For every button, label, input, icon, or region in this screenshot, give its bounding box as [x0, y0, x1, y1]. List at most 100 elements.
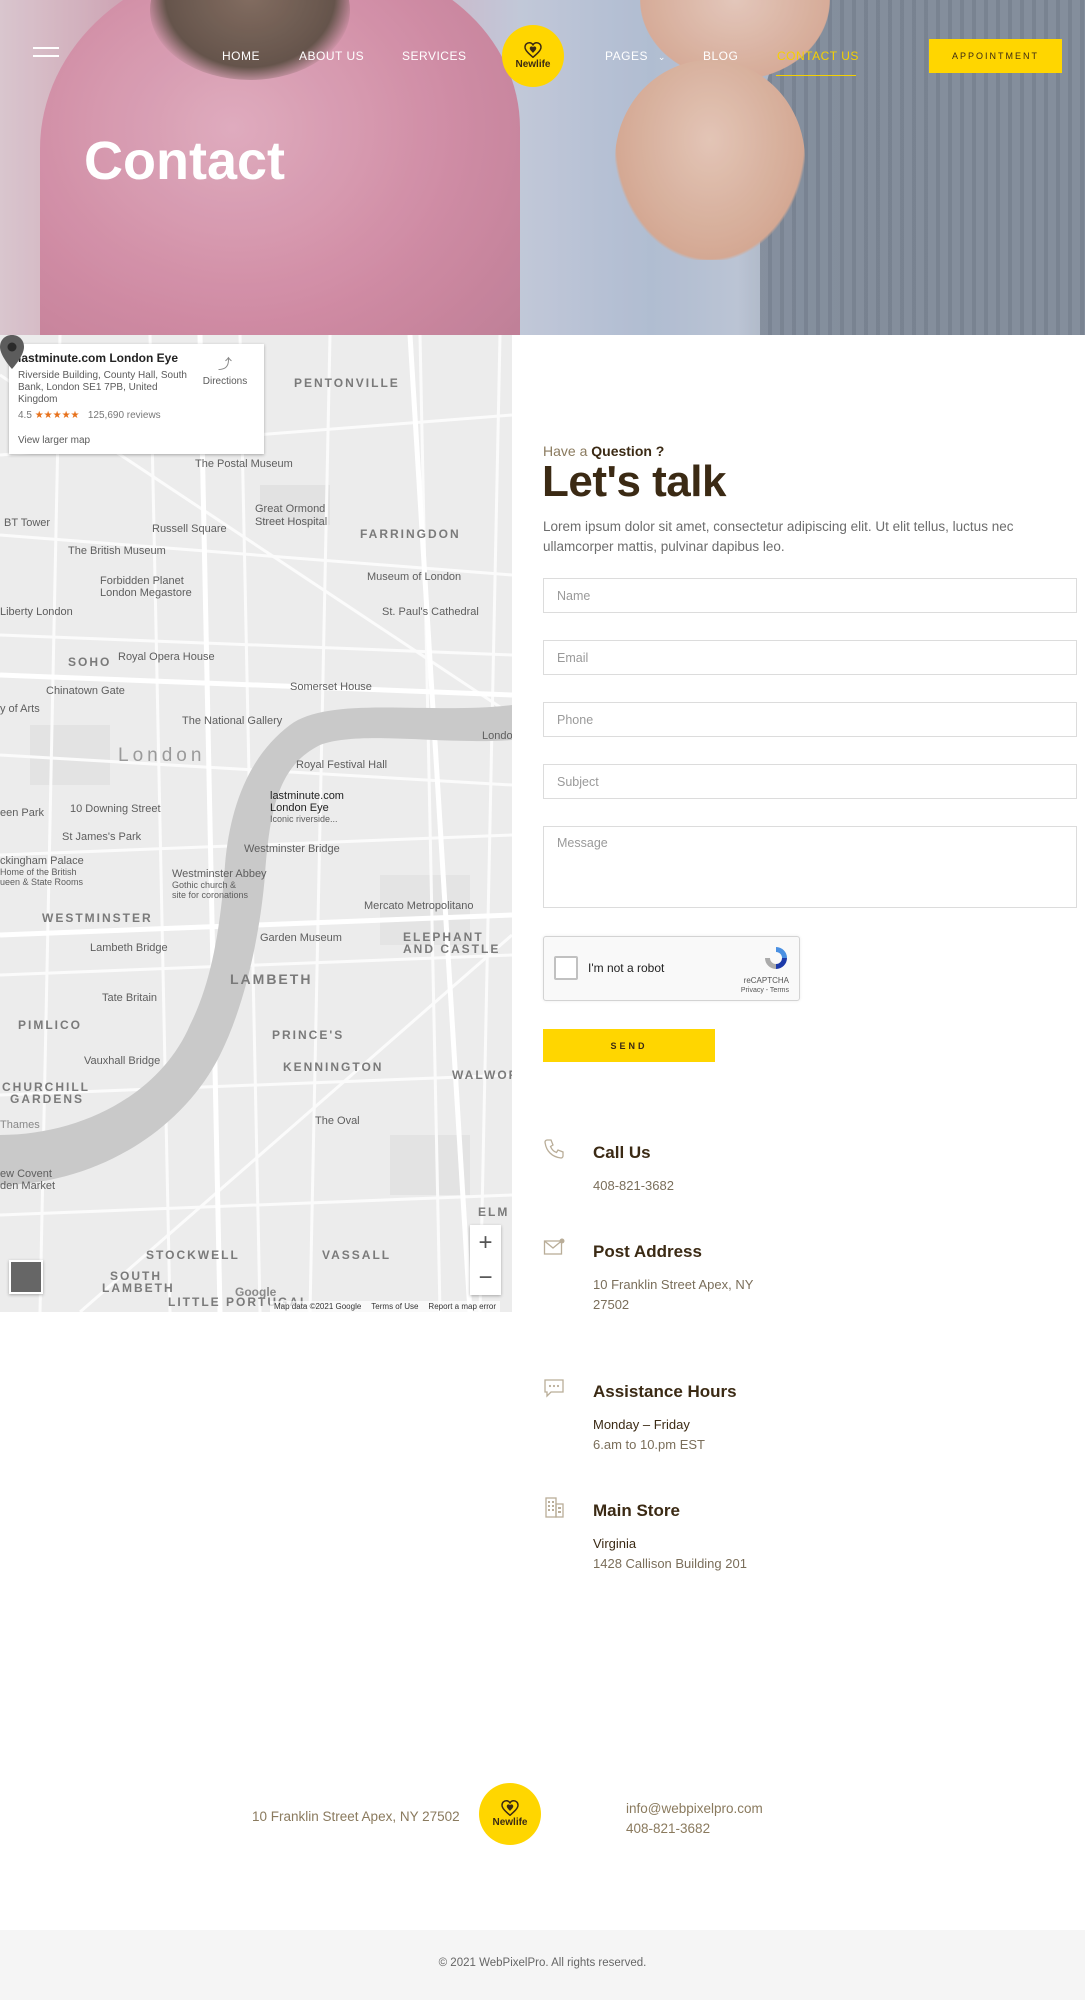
map-label: FARRINGDON — [360, 527, 461, 541]
map-label: St. Paul's Cathedral — [382, 606, 479, 618]
map-label: Great Ormond — [255, 503, 326, 515]
map-label: Mercato Metropolitano — [364, 900, 474, 912]
footer-logo[interactable]: Newlife — [479, 1783, 541, 1845]
footer-phone[interactable]: 408-821-3682 — [626, 1819, 763, 1839]
map-label: Forbidden Planet — [100, 575, 184, 587]
map-label: Liberty London — [0, 606, 73, 618]
footer-contact: info@webpixelpro.com 408-821-3682 — [626, 1799, 763, 1839]
map-label: WESTMINSTER — [42, 911, 153, 925]
map-label: Street Hospital — [255, 516, 328, 528]
map-footer: Map data ©2021 Google Terms of Use Repor… — [270, 1301, 501, 1312]
map-label: Lambeth Bridge — [90, 942, 168, 954]
building-icon — [545, 1497, 564, 1518]
header-logo[interactable]: Newlife — [502, 25, 564, 87]
name-field[interactable] — [543, 578, 1077, 613]
terms-link[interactable]: Terms of Use — [371, 1302, 418, 1311]
nav-services[interactable]: SERVICES — [402, 49, 466, 63]
nav-home[interactable]: HOME — [222, 49, 260, 63]
map-label: AND CASTLE — [403, 942, 501, 956]
info-title-store: Main Store — [593, 1501, 680, 1520]
map-label: London — [118, 745, 206, 766]
map-label: Museum of London — [367, 571, 462, 583]
directions-icon: ⤴ — [218, 356, 232, 372]
recaptcha-checkbox[interactable] — [554, 956, 578, 980]
map-label: London Megastore — [100, 587, 192, 599]
map-label: PIMLICO — [18, 1018, 82, 1032]
map-label: The Postal Museum — [195, 458, 293, 470]
satellite-view-toggle[interactable] — [9, 1260, 43, 1294]
phone-icon — [544, 1139, 564, 1159]
appointment-button[interactable]: APPOINTMENT — [929, 39, 1062, 73]
map-label: Royal Opera House — [118, 651, 215, 663]
map-label: ew Covent — [0, 1168, 52, 1180]
map-label: den Market — [0, 1180, 56, 1192]
heart-icon — [524, 42, 542, 58]
view-larger-map-link[interactable]: View larger map — [18, 435, 90, 446]
map-label: Vauxhall Bridge — [84, 1055, 161, 1067]
zoom-in-button[interactable]: + — [470, 1225, 501, 1260]
recaptcha-links[interactable]: Privacy - Terms — [741, 987, 789, 994]
map-label: STOCKWELL — [146, 1248, 240, 1262]
menu-icon[interactable] — [33, 47, 59, 59]
map-label: PRINCE'S — [272, 1028, 345, 1042]
star-rating-icon: ★★★★★ — [34, 410, 80, 421]
map-canvas — [0, 335, 512, 1312]
map-label: LAMBETH — [102, 1281, 175, 1295]
map-label: ueen & State Rooms — [0, 877, 84, 887]
google-logo: Google — [235, 1285, 277, 1299]
map-label: Westminster Abbey — [172, 868, 267, 880]
place-rating: 4.5 ★★★★★ 125,690 reviews — [18, 410, 161, 421]
map-label: Iconic riverside... — [270, 814, 338, 824]
google-map[interactable]: lastminute.com London Eye Riverside Buil… — [0, 335, 512, 1312]
chevron-down-icon: ⌄ — [657, 52, 666, 62]
map-label: ELM — [478, 1205, 510, 1219]
directions-button[interactable]: ⤴ Directions — [200, 354, 250, 387]
info-store-city: Virginia — [593, 1536, 637, 1551]
form-title: Let's talk — [542, 457, 726, 506]
map-label: 10 Downing Street — [70, 803, 161, 815]
info-hours-time: 6.am to 10.pm EST — [593, 1437, 705, 1452]
location-pin-icon[interactable] — [0, 335, 24, 369]
recaptcha-label: I'm not a robot — [588, 961, 665, 975]
map-label: lastminute.com — [270, 790, 344, 802]
map-label: The Oval — [315, 1115, 360, 1127]
email-field[interactable] — [543, 640, 1077, 675]
map-label: LAMBETH — [230, 971, 313, 987]
chat-icon — [544, 1379, 564, 1398]
map-label: The National Gallery — [182, 715, 283, 727]
nav-pages[interactable]: PAGES ⌄ — [605, 49, 666, 63]
map-label: Tate Britain — [102, 992, 158, 1004]
place-address: Riverside Building, County Hall, South B… — [18, 370, 187, 405]
map-label: Garden Museum — [260, 932, 342, 944]
map-label: Westminster Bridge — [244, 843, 340, 855]
info-address-line1: 10 Franklin Street Apex, NY — [593, 1277, 754, 1292]
report-error-link[interactable]: Report a map error — [428, 1302, 496, 1311]
map-label: ckingham Palace — [0, 855, 84, 867]
map-label: GARDENS — [10, 1092, 85, 1106]
nav-active-underline — [776, 75, 856, 76]
map-label: PENTONVILLE — [294, 376, 400, 390]
phone-field[interactable] — [543, 702, 1077, 737]
info-title-post: Post Address — [593, 1242, 702, 1261]
nav-contact[interactable]: CONTACT US — [777, 49, 859, 63]
info-title-hours: Assistance Hours — [593, 1382, 737, 1401]
map-label: Chinatown Gate — [46, 685, 125, 697]
copyright-text: © 2021 WebPixelPro. All rights reserved. — [438, 1957, 647, 1969]
nav-blog[interactable]: BLOG — [703, 49, 738, 63]
subject-field[interactable] — [543, 764, 1077, 799]
map-label: Somerset House — [290, 681, 372, 693]
info-store-address: 1428 Callison Building 201 — [593, 1556, 747, 1571]
map-label: Royal Festival Hall — [296, 759, 388, 771]
footer-email[interactable]: info@webpixelpro.com — [626, 1799, 763, 1819]
zoom-out-button[interactable]: − — [470, 1260, 501, 1295]
send-button[interactable]: SEND — [543, 1029, 715, 1062]
map-label: Thames — [0, 1119, 40, 1131]
info-phone[interactable]: 408-821-3682 — [593, 1176, 674, 1196]
heart-icon — [501, 1800, 519, 1816]
nav-about[interactable]: ABOUT US — [299, 49, 364, 63]
map-label: Home of the British — [0, 867, 77, 877]
message-field[interactable] — [543, 826, 1077, 908]
place-card: lastminute.com London Eye Riverside Buil… — [9, 344, 264, 454]
map-label: Russell Square — [152, 523, 227, 535]
info-address-line2: 27502 — [593, 1297, 630, 1312]
